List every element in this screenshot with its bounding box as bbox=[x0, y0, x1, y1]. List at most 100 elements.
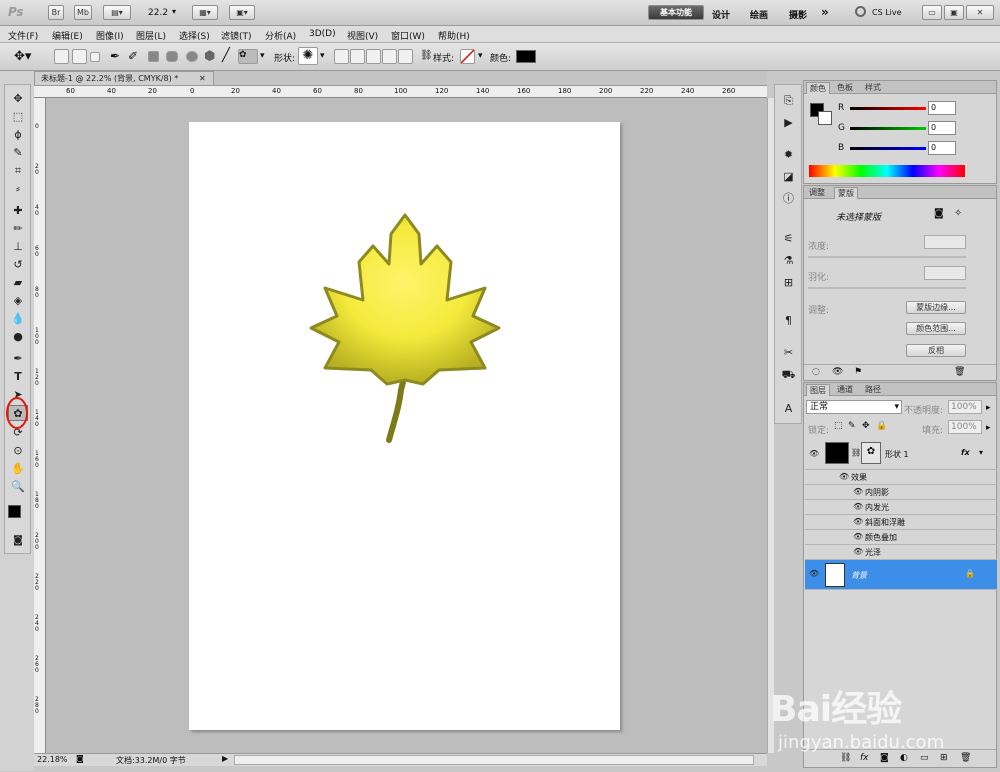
tab-swatches[interactable]: 色板 bbox=[834, 82, 856, 94]
visibility-eye-icon[interactable]: 👁 bbox=[853, 532, 863, 541]
document-info-icon[interactable]: ◙ bbox=[76, 754, 84, 763]
document-page[interactable] bbox=[189, 122, 620, 730]
rounded-rect-tool-icon[interactable] bbox=[166, 51, 178, 62]
freeform-pen-icon[interactable]: ✐ bbox=[128, 49, 138, 63]
lock-transparent-icon[interactable]: ⬚ bbox=[834, 421, 843, 431]
navigator-icon[interactable]: ◪ bbox=[780, 169, 797, 185]
zoom-status[interactable]: 22.18% bbox=[37, 755, 68, 764]
menu-select[interactable]: 选择(S) bbox=[179, 29, 210, 42]
color-swatch[interactable] bbox=[516, 50, 536, 63]
tool-preset-icon[interactable]: ✥▾ bbox=[14, 49, 31, 64]
background-swatch[interactable] bbox=[818, 111, 832, 125]
visibility-eye-icon[interactable]: 👁 bbox=[853, 517, 863, 526]
color-ramp[interactable] bbox=[809, 165, 965, 177]
workspace-essentials[interactable]: 基本功能 bbox=[648, 5, 704, 20]
effect-row[interactable]: 👁 光泽 bbox=[805, 545, 997, 560]
visibility-eye-icon[interactable]: 👁 bbox=[853, 487, 863, 496]
channel-b-value[interactable]: 0 bbox=[928, 141, 956, 155]
density-slider[interactable] bbox=[808, 256, 966, 258]
restore-button[interactable]: ▣ bbox=[944, 5, 964, 20]
menu-filter[interactable]: 滤镜(T) bbox=[221, 29, 252, 42]
mask-edge-button[interactable]: 蒙版边缘... bbox=[906, 301, 966, 314]
workspace-painting[interactable]: 绘画 bbox=[750, 8, 768, 21]
vertical-scrollbar[interactable] bbox=[767, 98, 774, 753]
history-icon[interactable]: ⎘ bbox=[780, 93, 797, 109]
eyedropper-tool-icon[interactable]: ⸗ bbox=[8, 181, 28, 197]
chevron-right-icon[interactable]: ▸ bbox=[986, 403, 991, 413]
info-icon[interactable]: ⓘ bbox=[780, 191, 797, 207]
opacity-input[interactable]: 100% bbox=[948, 400, 982, 414]
intersect-shape-button[interactable] bbox=[382, 49, 397, 64]
menu-edit[interactable]: 编辑(E) bbox=[52, 29, 83, 42]
arrange-documents-button[interactable]: ▦▾ bbox=[192, 5, 218, 20]
bridge-button[interactable]: Br bbox=[48, 5, 64, 20]
exclude-shape-button[interactable] bbox=[398, 49, 413, 64]
cs-live-button[interactable]: CS Live bbox=[872, 8, 902, 17]
chevron-down-icon[interactable]: ▾ bbox=[260, 51, 265, 61]
fill-pixels-button[interactable] bbox=[90, 52, 100, 62]
disable-mask-icon[interactable]: ⚑ bbox=[854, 367, 862, 377]
effect-row[interactable]: 👁 斜面和浮雕 bbox=[805, 515, 997, 530]
slider-g[interactable] bbox=[850, 127, 926, 130]
paths-button[interactable] bbox=[72, 49, 87, 64]
quick-select-icon[interactable]: ✎ bbox=[8, 145, 28, 161]
chevron-down-icon[interactable]: ▾ bbox=[320, 51, 325, 61]
pen-tool-icon[interactable]: ✒ bbox=[8, 351, 28, 367]
density-input[interactable] bbox=[924, 235, 966, 249]
tab-color[interactable]: 颜色 bbox=[806, 82, 830, 94]
workspace-photography[interactable]: 摄影 bbox=[789, 8, 807, 21]
menu-3d[interactable]: 3D(D) bbox=[309, 29, 336, 39]
visibility-eye-icon[interactable]: 👁 bbox=[809, 569, 819, 578]
close-button[interactable]: ✕ bbox=[966, 5, 994, 20]
effect-row[interactable]: 👁 内发光 bbox=[805, 500, 997, 515]
feather-slider[interactable] bbox=[808, 287, 966, 289]
chevron-down-icon[interactable]: ▾ bbox=[478, 51, 483, 61]
workspace-design[interactable]: 设计 bbox=[712, 8, 730, 21]
slider-b[interactable] bbox=[850, 147, 926, 150]
layer-row-shape[interactable]: 👁 ⛓ ✿ 形状 1 fx ▾ bbox=[805, 438, 997, 470]
minimize-button[interactable]: ▭ bbox=[922, 5, 942, 20]
close-icon[interactable]: ✕ bbox=[199, 72, 206, 85]
add-shape-area-button[interactable] bbox=[350, 49, 365, 64]
tab-masks[interactable]: 蒙版 bbox=[834, 187, 858, 199]
blend-mode-select[interactable]: 正常 ▾ bbox=[806, 400, 902, 414]
effect-row[interactable]: 👁 颜色叠加 bbox=[805, 530, 997, 545]
type-tool-icon[interactable]: T bbox=[8, 369, 28, 385]
lock-all-icon[interactable]: 🔒 bbox=[876, 421, 887, 431]
effects-row[interactable]: 👁 效果 bbox=[805, 470, 997, 485]
feather-input[interactable] bbox=[924, 266, 966, 280]
tab-adjustments[interactable]: 调整 bbox=[806, 187, 828, 199]
new-shape-layer-button[interactable] bbox=[334, 49, 349, 64]
healing-brush-icon[interactable]: ✚ bbox=[8, 203, 28, 219]
apply-mask-icon[interactable]: 👁 bbox=[832, 367, 843, 377]
brush-presets-icon[interactable]: ⚟ bbox=[780, 231, 797, 247]
visibility-eye-icon[interactable]: 👁 bbox=[853, 502, 863, 511]
pixel-mask-icon[interactable]: ◙ bbox=[934, 208, 944, 219]
menu-help[interactable]: 帮助(H) bbox=[438, 29, 470, 42]
eraser-tool-icon[interactable]: ▰ bbox=[8, 275, 28, 291]
paragraph-icon[interactable]: ¶ bbox=[780, 313, 797, 329]
menu-analysis[interactable]: 分析(A) bbox=[265, 29, 296, 42]
clone-source-icon[interactable]: ⚗ bbox=[780, 253, 797, 269]
vector-mask-thumbnail[interactable]: ✿ bbox=[861, 442, 881, 464]
effect-row[interactable]: 👁 内阴影 bbox=[805, 485, 997, 500]
channel-g-value[interactable]: 0 bbox=[928, 121, 956, 135]
actions-icon[interactable]: ▶ bbox=[780, 115, 797, 131]
move-tool-icon[interactable]: ✥ bbox=[8, 91, 28, 107]
invert-button[interactable]: 反相 bbox=[906, 344, 966, 357]
blur-tool-icon[interactable]: 💧 bbox=[8, 311, 28, 327]
trash-icon[interactable]: 🗑 bbox=[954, 367, 965, 377]
shape-picker[interactable]: ✺ bbox=[298, 47, 318, 65]
maple-leaf-shape[interactable] bbox=[189, 122, 620, 730]
menu-layer[interactable]: 图层(L) bbox=[136, 29, 166, 42]
chevron-right-icon[interactable]: ▸ bbox=[986, 423, 991, 433]
visibility-eye-icon[interactable]: 👁 bbox=[809, 449, 819, 458]
fx-badge[interactable]: fx bbox=[961, 448, 970, 457]
crop-tool-icon[interactable]: ⌗ bbox=[8, 163, 28, 179]
chevron-down-icon[interactable]: ▾ bbox=[172, 7, 176, 16]
lasso-tool-icon[interactable]: ϕ bbox=[8, 127, 28, 143]
dodge-tool-icon[interactable]: ● bbox=[8, 329, 28, 345]
visibility-eye-icon[interactable]: 👁 bbox=[853, 547, 863, 556]
load-selection-icon[interactable]: ◌ bbox=[812, 367, 820, 377]
vector-mask-icon[interactable]: ✧ bbox=[954, 208, 962, 219]
